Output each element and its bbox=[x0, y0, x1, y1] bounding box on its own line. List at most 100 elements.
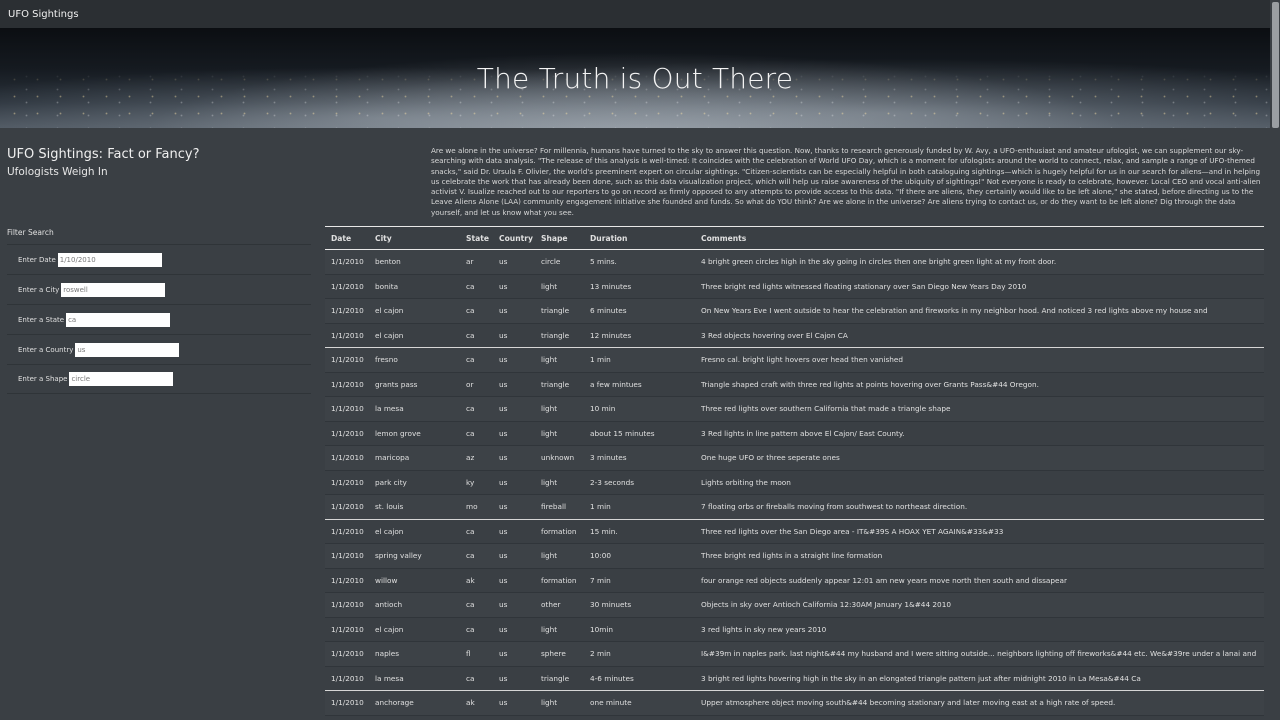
table-row: 1/1/2010 el cajon ca us formation 15 min. Thre… bbox=[325, 520, 1264, 544]
table-row: 1/1/2010 bonita ca us light 13 minutes Three b… bbox=[325, 275, 1264, 299]
cell-duration: 13 minutes bbox=[590, 281, 632, 291]
cell-city: maricopa bbox=[375, 453, 410, 463]
cell-comments: Objects in sky over Antioch California 1… bbox=[701, 600, 951, 610]
cell-shape: light bbox=[541, 281, 558, 291]
sightings-table: Date City State Country Shape Duration Comment… bbox=[325, 226, 1264, 716]
cell-date: 1/1/2010 bbox=[331, 306, 364, 316]
cell-state: ca bbox=[466, 526, 475, 536]
hero-title: The Truth is Out There bbox=[476, 61, 794, 95]
country-input[interactable] bbox=[75, 342, 180, 357]
cell-country: us bbox=[499, 404, 508, 414]
cell-shape: triangle bbox=[541, 673, 570, 683]
page-scrollbar[interactable] bbox=[1270, 0, 1280, 720]
table-row: 1/1/2010 el cajon ca us triangle 6 minutes On … bbox=[325, 299, 1264, 324]
state-input[interactable] bbox=[66, 312, 171, 327]
cell-city: el cajon bbox=[375, 526, 404, 536]
cell-state: ar bbox=[466, 257, 474, 267]
table-row: 1/1/2010 maricopa az us unknown 3 minutes One … bbox=[325, 446, 1264, 471]
cell-date: 1/1/2010 bbox=[331, 330, 364, 340]
column-header-date: Date bbox=[331, 233, 352, 243]
cell-duration: 12 minutes bbox=[590, 330, 632, 340]
cell-comments: 3 bright red lights hovering high in the… bbox=[701, 673, 1141, 683]
cell-country: us bbox=[499, 428, 508, 438]
table-row: 1/1/2010 la mesa ca us light 10 min Three red … bbox=[325, 397, 1264, 422]
cell-city: fresno bbox=[375, 355, 398, 365]
cell-comments: 3 red lights in sky new years 2010 bbox=[701, 624, 827, 634]
table-row: 1/1/2010 willow ak us formation 7 min four ora… bbox=[325, 569, 1264, 593]
filter-label-state: Enter a State bbox=[18, 315, 65, 324]
cell-date: 1/1/2010 bbox=[331, 551, 364, 561]
cell-date: 1/1/2010 bbox=[331, 575, 364, 585]
table-row: 1/1/2010 grants pass or us triangle a few min… bbox=[325, 373, 1264, 397]
cell-date: 1/1/2010 bbox=[331, 673, 364, 683]
cell-duration: 2 min bbox=[590, 649, 611, 659]
cell-city: la mesa bbox=[375, 673, 404, 683]
cell-shape: light bbox=[541, 355, 558, 365]
cell-city: park city bbox=[375, 477, 407, 487]
cell-date: 1/1/2010 bbox=[331, 404, 364, 414]
cell-state: ca bbox=[466, 330, 475, 340]
filter-label-city: Enter a City bbox=[18, 285, 60, 294]
navbar-brand[interactable]: UFO Sightings bbox=[8, 9, 79, 20]
cell-country: us bbox=[499, 355, 508, 365]
cell-shape: light bbox=[541, 477, 558, 487]
filter-row-date: Enter Date bbox=[7, 244, 311, 274]
scrollbar-thumb[interactable] bbox=[1272, 2, 1279, 128]
cell-shape: light bbox=[541, 404, 558, 414]
cell-shape: light bbox=[541, 698, 558, 708]
cell-comments: 3 Red lights in line pattern above El Ca… bbox=[701, 428, 905, 438]
filter-list: Enter Date Enter a City Enter a State Enter… bbox=[7, 244, 311, 394]
filter-heading: Filter Search bbox=[7, 228, 54, 237]
cell-state: ca bbox=[466, 404, 475, 414]
cell-city: el cajon bbox=[375, 330, 404, 340]
cell-state: ca bbox=[466, 355, 475, 365]
column-header-city: City bbox=[375, 233, 392, 243]
cell-shape: light bbox=[541, 428, 558, 438]
cell-state: or bbox=[466, 379, 474, 389]
city-input[interactable] bbox=[61, 282, 166, 297]
cell-city: lemon grove bbox=[375, 428, 421, 438]
cell-duration: 7 min bbox=[590, 575, 611, 585]
cell-duration: 4-6 minutes bbox=[590, 673, 634, 683]
cell-country: us bbox=[499, 330, 508, 340]
cell-duration: 10:00 bbox=[590, 551, 612, 561]
cell-state: ca bbox=[466, 673, 475, 683]
cell-comments: Three bright red lights in a straight li… bbox=[701, 551, 883, 561]
cell-country: us bbox=[499, 502, 508, 512]
cell-date: 1/1/2010 bbox=[331, 649, 364, 659]
cell-duration: 30 minuets bbox=[590, 600, 632, 610]
filter-row-shape: Enter a Shape bbox=[7, 364, 311, 394]
table-row: 1/1/2010 la mesa ca us triangle 4-6 minutes 3 … bbox=[325, 667, 1264, 691]
cell-shape: formation bbox=[541, 575, 577, 585]
cell-comments: 4 bright green circles high in the sky g… bbox=[701, 257, 1057, 267]
cell-comments: Three red lights over the San Diego area… bbox=[701, 526, 1004, 536]
cell-country: us bbox=[499, 575, 508, 585]
cell-country: us bbox=[499, 477, 508, 487]
date-input[interactable] bbox=[57, 252, 162, 267]
cell-state: ca bbox=[466, 428, 475, 438]
cell-city: bonita bbox=[375, 281, 399, 291]
cell-country: us bbox=[499, 624, 508, 634]
cell-comments: Three bright red lights witnessed floati… bbox=[701, 281, 1027, 291]
cell-date: 1/1/2010 bbox=[331, 453, 364, 463]
cell-country: us bbox=[499, 281, 508, 291]
cell-city: el cajon bbox=[375, 624, 404, 634]
table-row: 1/1/2010 spring valley ca us light 10:00 Three… bbox=[325, 544, 1264, 569]
column-header-comments: Comments bbox=[701, 233, 747, 243]
cell-comments: Fresno cal. bright light hovers over hea… bbox=[701, 355, 903, 365]
table-row: 1/1/2010 el cajon ca us triangle 12 minutes 3 … bbox=[325, 324, 1264, 348]
cell-country: us bbox=[499, 306, 508, 316]
cell-state: az bbox=[466, 453, 475, 463]
table-row: 1/1/2010 benton ar us circle 5 mins. 4 bright … bbox=[325, 250, 1264, 275]
cell-duration: 6 minutes bbox=[590, 306, 627, 316]
cell-comments: Lights orbiting the moon bbox=[701, 477, 791, 487]
shape-input[interactable] bbox=[69, 372, 174, 386]
cell-state: ak bbox=[466, 575, 475, 585]
cell-state: mo bbox=[466, 502, 478, 512]
cell-comments: Three red lights over southern Californi… bbox=[701, 404, 951, 414]
filter-label-shape: Enter a Shape bbox=[18, 375, 68, 383]
column-header-duration: Duration bbox=[590, 233, 628, 243]
cell-comments: Triangle shaped craft with three red lig… bbox=[701, 379, 1039, 389]
cell-shape: triangle bbox=[541, 379, 570, 389]
cell-shape: circle bbox=[541, 257, 561, 267]
